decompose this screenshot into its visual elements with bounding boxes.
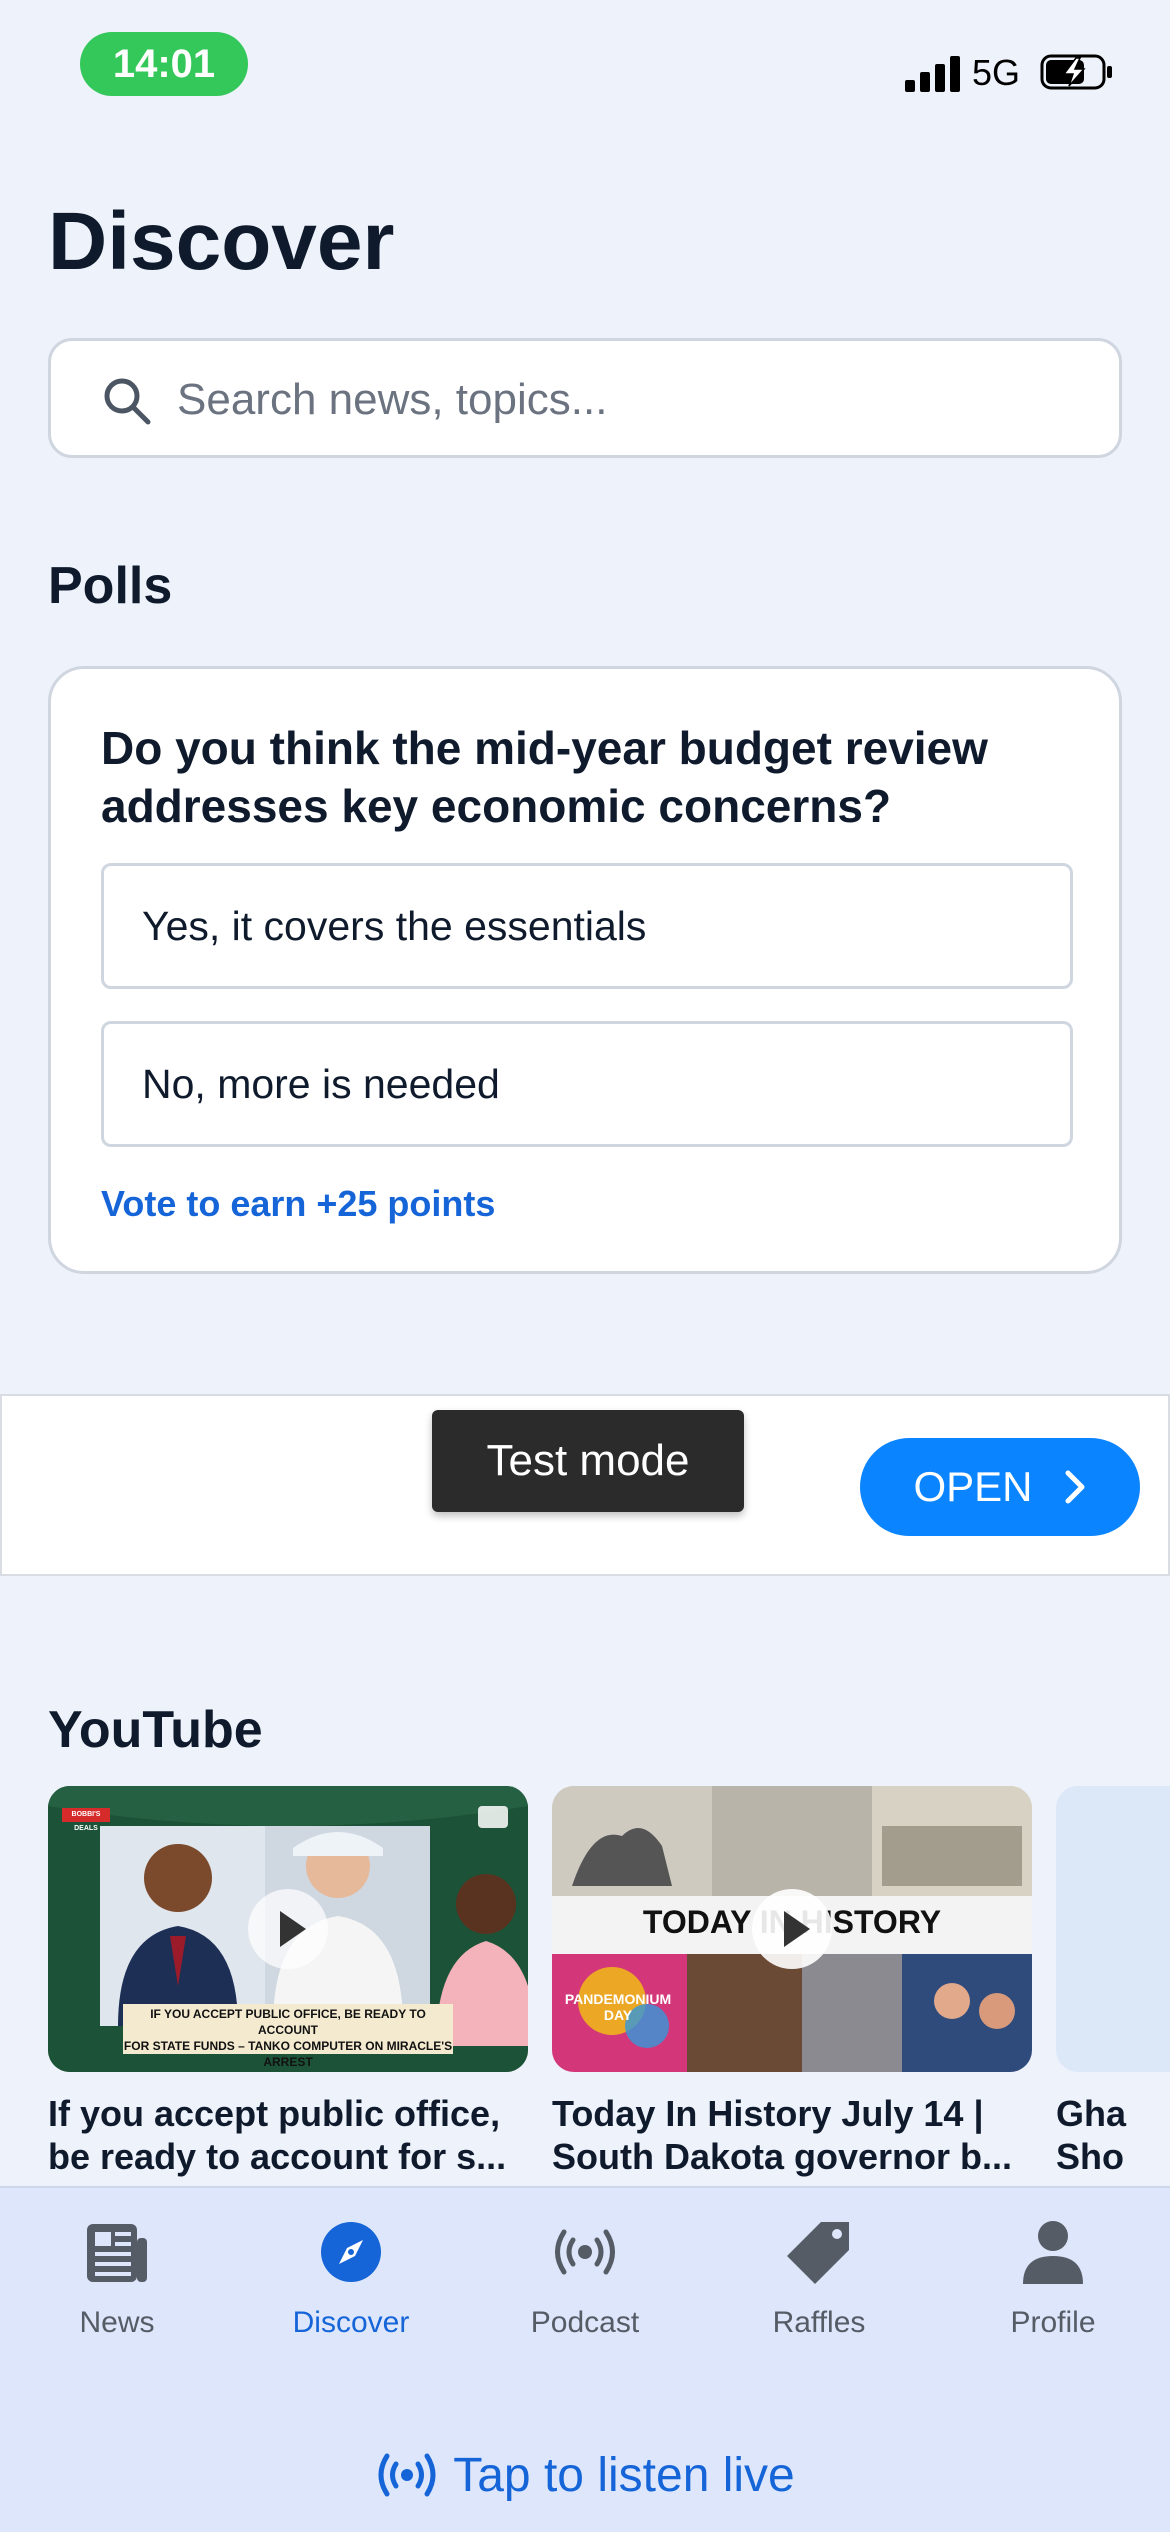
compass-icon [321, 2222, 381, 2282]
poll-option-label: Yes, it covers the essentials [142, 902, 647, 949]
youtube-section-title: YouTube [48, 1701, 263, 1759]
video-card[interactable]: IF YOU ACCEPT PUBLIC OFFICE, BE READY TO… [48, 1786, 528, 2178]
polls-section-title: Polls [48, 557, 173, 615]
tab-label: Raffles [772, 2306, 866, 2339]
youtube-carousel[interactable]: IF YOU ACCEPT PUBLIC OFFICE, BE READY TO… [48, 1786, 1170, 2186]
tab-label: News [79, 2306, 155, 2339]
thumbnail-caption: IF YOU ACCEPT PUBLIC OFFICE, BE READY TO… [123, 2007, 453, 2069]
tag-icon [787, 2222, 849, 2284]
tab-discover[interactable]: Discover [234, 2188, 468, 2348]
ad-banner[interactable]: Test mode OPEN [0, 1394, 1170, 1576]
poll-card: Do you think the mid-year budget review … [48, 666, 1122, 1274]
tab-label: Profile [1010, 2306, 1096, 2339]
tab-profile[interactable]: Profile [936, 2188, 1170, 2348]
tab-label: Discover [292, 2306, 410, 2339]
search-icon [104, 378, 151, 425]
thumbnail-label: PANDEMONIUM DAY [564, 1991, 672, 2023]
tab-podcast[interactable]: Podcast [468, 2188, 702, 2348]
poll-option-yes[interactable]: Yes, it covers the essentials [101, 863, 1073, 989]
poll-option-no[interactable]: No, more is needed [101, 1021, 1073, 1147]
video-card[interactable]: TODAY IN HISTORY PANDEMONIUM DAY Today I… [552, 1786, 1032, 2178]
video-title: Gha Sho [1056, 2093, 1127, 2177]
video-thumbnail[interactable]: IF YOU ACCEPT PUBLIC OFFICE, BE READY TO… [48, 1786, 528, 2072]
listen-live-button[interactable]: Tap to listen live [0, 2440, 1170, 2510]
listen-live-label: Tap to listen live [453, 2448, 795, 2502]
thumbnail-tag: BOBBI'S DEALS [71, 1811, 101, 1832]
play-icon[interactable] [248, 1889, 328, 1969]
broadcast-icon [378, 2453, 436, 2497]
ad-open-button[interactable]: OPEN [860, 1438, 1140, 1536]
time-display: 14:01 [80, 32, 248, 96]
cellular-signal-icon [905, 56, 961, 92]
play-icon[interactable] [752, 1889, 832, 1969]
poll-question: Do you think the mid-year budget review … [101, 722, 988, 832]
video-title: If you accept public office, be ready to… [48, 2093, 507, 2177]
status-bar: 14:01 5G [0, 0, 1170, 130]
poll-option-label: No, more is needed [142, 1060, 500, 1107]
video-title: Today In History July 14 | South Dakota … [552, 2093, 1013, 2177]
video-thumbnail[interactable]: TODAY IN HISTORY PANDEMONIUM DAY [552, 1786, 1032, 2072]
chevron-right-icon [1065, 1470, 1085, 1504]
tab-label: Podcast [530, 2306, 640, 2339]
broadcast-icon [555, 2229, 615, 2275]
test-mode-badge: Test mode [432, 1410, 744, 1512]
tab-raffles[interactable]: Raffles [702, 2188, 936, 2348]
search-input[interactable] [177, 363, 1077, 437]
video-card[interactable]: Gha Sho [1056, 1786, 1170, 2178]
network-type: 5G [972, 52, 1021, 93]
battery-charging-icon [1040, 54, 1112, 90]
page-title: Discover [48, 196, 395, 287]
search-bar[interactable] [48, 338, 1122, 458]
tab-news[interactable]: News [0, 2188, 234, 2348]
ad-open-label: OPEN [913, 1463, 1033, 1510]
newspaper-icon [87, 2224, 147, 2282]
poll-reward-text: Vote to earn +25 points [101, 1183, 496, 1224]
video-thumbnail[interactable] [1056, 1786, 1170, 2072]
person-icon [1023, 2221, 1083, 2284]
